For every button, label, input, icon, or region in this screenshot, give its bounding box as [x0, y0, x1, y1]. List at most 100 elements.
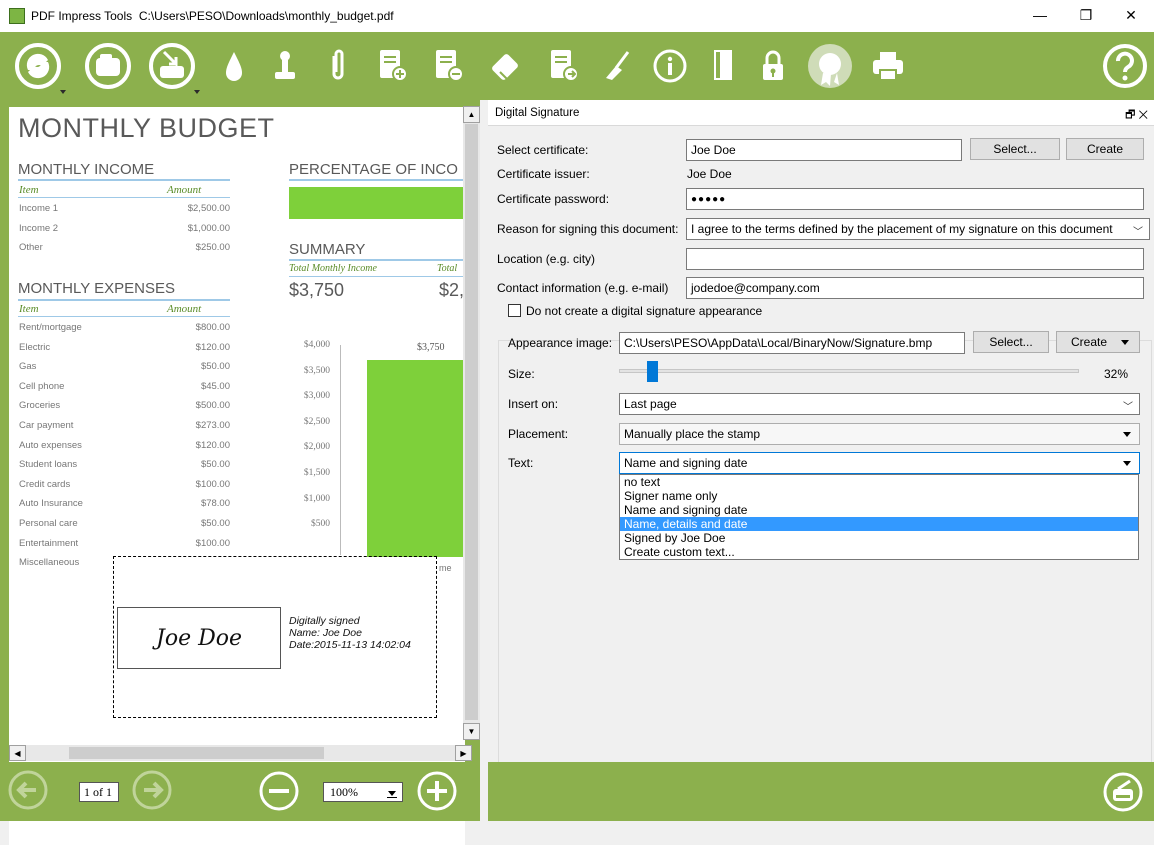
zoom-select[interactable]: 100%	[323, 782, 403, 802]
reason-dropdown[interactable]: I agree to the terms defined by the plac…	[686, 218, 1150, 240]
text-dropdown[interactable]: Name and signing date	[619, 452, 1140, 474]
title-bar: PDF Impress Tools C:\Users\PESO\Download…	[0, 0, 1154, 32]
appearance-create-button[interactable]: Create	[1056, 331, 1140, 353]
extract-page-icon[interactable]	[545, 42, 581, 90]
scroll-up-button[interactable]: ▲	[463, 106, 480, 123]
chart-axis-label: $2,500	[303, 416, 330, 427]
prev-page-icon[interactable]	[8, 770, 48, 813]
text-option-item[interactable]: Signer name only	[620, 489, 1138, 503]
income-col-amount: Amount	[167, 184, 202, 196]
chart-bar-label: $3,750	[417, 342, 445, 353]
expense-row-amount: $120.00	[195, 341, 230, 353]
location-field[interactable]	[686, 248, 1144, 270]
text-label: Text:	[508, 456, 534, 470]
remove-page-icon[interactable]	[430, 42, 466, 90]
expense-row-item: Credit cards	[19, 478, 71, 490]
minimize-button[interactable]: —	[1017, 0, 1063, 30]
create-certificate-button[interactable]: Create	[1066, 138, 1144, 160]
certificate-field[interactable]: Joe Doe	[686, 139, 962, 161]
expense-row-item: Auto expenses	[19, 439, 82, 451]
insert-on-label: Insert on:	[508, 397, 559, 411]
page-indicator[interactable]: 1 of 1	[79, 782, 119, 802]
income-row-item: Income 2	[19, 222, 59, 234]
chart-axis-line	[340, 345, 341, 555]
expense-row-item: Auto Insurance	[19, 498, 83, 510]
summary-col-income: Total Monthly Income	[289, 263, 377, 274]
broom-clean-icon[interactable]	[600, 42, 636, 90]
text-option-item[interactable]: Signed by Joe Doe	[620, 531, 1138, 545]
signature-stamp[interactable]: Joe Doe Digitally signed Name: Joe Doe D…	[113, 556, 437, 718]
maximize-button[interactable]: ❐	[1063, 0, 1109, 30]
window-title: PDF Impress Tools C:\Users\PESO\Download…	[31, 9, 394, 23]
close-button[interactable]: ✕	[1108, 0, 1154, 30]
select-certificate-button[interactable]: Select...	[970, 138, 1060, 160]
pdf-page[interactable]: MONTHLY BUDGET MONTHLY INCOME Item Amoun…	[9, 107, 465, 845]
watermark-drop-icon[interactable]	[218, 42, 250, 90]
insert-on-dropdown[interactable]: Last page ﹀	[619, 393, 1140, 415]
bookmark-icon[interactable]	[707, 42, 739, 90]
income-row-amount: $1,000.00	[187, 222, 230, 234]
expense-row-amount: $800.00	[195, 322, 230, 333]
help-icon[interactable]	[1100, 42, 1150, 90]
contact-field[interactable]: jodedoe@company.com	[686, 277, 1144, 299]
certificate-icon[interactable]	[806, 42, 854, 90]
scroll-left-button[interactable]: ◀	[9, 745, 26, 761]
text-option-item[interactable]: Create custom text...	[620, 545, 1138, 559]
info-icon[interactable]	[650, 42, 690, 90]
expense-row-item: Car payment	[19, 420, 74, 431]
password-field[interactable]: ●●●●●	[686, 188, 1144, 210]
summary-rule	[289, 259, 465, 261]
expense-row-amount: $50.00	[200, 361, 230, 373]
open-document-icon[interactable]	[82, 42, 134, 90]
no-appearance-checkbox[interactable]	[508, 304, 521, 317]
placement-dropdown[interactable]: Manually place the stamp	[619, 423, 1140, 445]
print-icon[interactable]	[868, 42, 908, 90]
lock-icon[interactable]	[755, 42, 791, 90]
vertical-scroll-thumb[interactable]	[465, 124, 478, 720]
income-col-item: Item	[19, 184, 39, 196]
size-slider-thumb[interactable]	[646, 361, 658, 382]
document-viewer[interactable]: MONTHLY BUDGET MONTHLY INCOME Item Amoun…	[0, 100, 480, 845]
chart-axis-label: $4,000	[303, 340, 330, 350]
select-certificate-label: Select certificate:	[497, 143, 589, 157]
expense-row-item: Personal care	[19, 518, 78, 529]
expense-row-item: Cell phone	[19, 380, 65, 392]
text-option-item[interactable]: Name and signing date	[620, 503, 1138, 517]
expenses-rule	[18, 299, 230, 301]
panel-bottom-bar	[488, 762, 1154, 821]
scroll-right-button[interactable]: ▶	[455, 745, 472, 761]
import-icon[interactable]	[146, 42, 200, 94]
chart-axis-label: $2,000	[303, 442, 330, 453]
summary-income-value: $3,750	[289, 280, 345, 300]
text-options-list[interactable]: no text Signer name only Name and signing …	[619, 474, 1139, 560]
next-page-icon[interactable]	[132, 770, 172, 813]
zoom-out-icon[interactable]	[258, 770, 300, 815]
appearance-image-field[interactable]: C:\Users\PESO\AppData\Local/BinaryNow/Si…	[619, 332, 965, 354]
expense-row-amount: $100.00	[195, 537, 230, 549]
pane-splitter[interactable]	[480, 100, 488, 821]
attachment-icon[interactable]	[323, 42, 353, 90]
income-row-item: Income 1	[19, 203, 59, 214]
sign-document-icon[interactable]	[1102, 771, 1144, 816]
summary-total-value: $2,:	[439, 280, 465, 300]
horizontal-scroll-thumb[interactable]	[69, 747, 324, 759]
appearance-select-button[interactable]: Select...	[973, 331, 1049, 353]
percentage-rule	[289, 179, 465, 181]
panel-window-controls[interactable]: 🗗 ✕	[1125, 106, 1148, 125]
chevron-down-icon: ﹀	[1133, 227, 1143, 238]
vertical-scrollbar[interactable]: ▲ ▼	[463, 106, 480, 740]
expense-row-amount: $273.00	[195, 420, 230, 431]
zoom-in-icon[interactable]	[416, 770, 458, 815]
stamp-icon[interactable]	[268, 42, 302, 90]
horizontal-scrollbar[interactable]: ◀ ▶	[9, 745, 472, 761]
compress-icon[interactable]	[12, 42, 66, 94]
scroll-down-button[interactable]: ▼	[463, 723, 480, 740]
text-option-item[interactable]: no text	[620, 475, 1138, 489]
size-slider-track[interactable]	[619, 369, 1079, 373]
appearance-image-label: Appearance image:	[508, 336, 613, 350]
add-page-icon[interactable]	[374, 42, 410, 90]
income-row-amount: $250.00	[195, 242, 230, 253]
eraser-icon[interactable]	[486, 42, 526, 90]
text-option-item[interactable]: Name, details and date	[620, 517, 1138, 531]
expense-row-amount: $45.00	[200, 380, 230, 392]
